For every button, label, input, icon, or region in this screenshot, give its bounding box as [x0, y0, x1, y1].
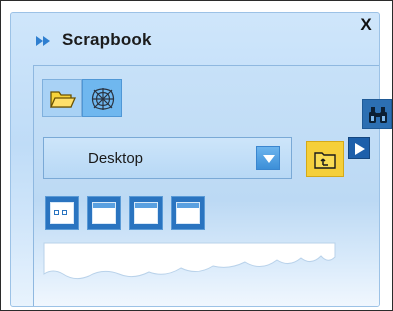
close-button[interactable]: X — [355, 14, 377, 36]
search-button[interactable] — [362, 99, 392, 129]
scrapbook-drop-area[interactable] — [43, 242, 337, 311]
more-options-button[interactable] — [348, 137, 370, 159]
location-dropdown-button[interactable] — [256, 146, 280, 170]
view-window-2-button[interactable] — [129, 196, 163, 230]
window-titlebar — [135, 203, 157, 208]
panel-title: Scrapbook — [62, 30, 152, 49]
window-titlebar — [93, 203, 115, 208]
chevron-down-icon — [263, 155, 275, 163]
thumbnail-mini-icon — [54, 210, 59, 215]
thumbnail-view-icon — [50, 202, 74, 224]
folder-open-icon — [49, 91, 77, 108]
view-thumbnails-button[interactable] — [45, 196, 79, 230]
web-capture-button[interactable] — [82, 79, 122, 117]
window-icon — [92, 202, 116, 224]
triangle-right-icon — [355, 143, 365, 155]
web-capture-icon — [91, 88, 115, 110]
view-window-3-button[interactable] — [171, 196, 205, 230]
double-arrow-icon — [36, 36, 50, 46]
panel-header: Scrapbook — [11, 13, 379, 59]
window-titlebar — [177, 203, 199, 208]
window-icon — [134, 202, 158, 224]
view-window-1-button[interactable] — [87, 196, 121, 230]
thumbnail-mini-icon — [62, 210, 67, 215]
open-folder-button[interactable] — [42, 79, 82, 117]
location-value: Desktop — [88, 150, 144, 167]
location-select[interactable]: Desktop — [43, 137, 292, 179]
folder-up-icon — [314, 152, 336, 169]
folder-up-button[interactable] — [306, 141, 344, 177]
binoculars-icon — [369, 107, 387, 123]
window-icon — [176, 202, 200, 224]
